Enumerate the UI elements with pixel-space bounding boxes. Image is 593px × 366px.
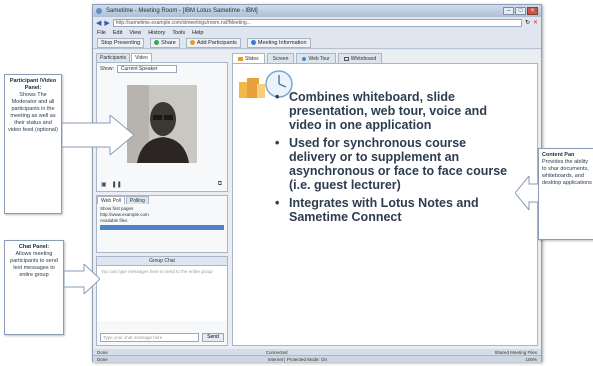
meeting-info-button[interactable]: Meeting Information bbox=[246, 37, 311, 48]
share-label: Share bbox=[161, 39, 176, 46]
chat-transcript: You can type messages here to send to th… bbox=[97, 266, 227, 321]
show-row: Show: Current Speaker bbox=[97, 63, 227, 75]
chat-panel-callout: Chat Panel: Allows meeting participants … bbox=[4, 240, 64, 335]
video-feed bbox=[127, 85, 197, 163]
maximize-button[interactable]: □ bbox=[515, 7, 526, 15]
add-participants-button[interactable]: Add Participants bbox=[185, 37, 241, 48]
window-title: Sametime - Meeting Room - [IBM Lotus Sam… bbox=[106, 8, 258, 14]
participant-callout-title: Participant /Video Panel: bbox=[9, 78, 57, 91]
chat-header: Group Chat bbox=[97, 257, 227, 266]
show-select[interactable]: Current Speaker bbox=[116, 65, 177, 73]
tab-slides[interactable]: Slides bbox=[232, 53, 265, 63]
pause-icon[interactable]: ❚❚ bbox=[112, 181, 122, 188]
tab-web-tour[interactable]: Web Tour bbox=[296, 53, 336, 63]
left-panel: Participants Video Show: Current Speaker bbox=[96, 53, 228, 346]
video-expand-icon[interactable]: ⧉ bbox=[218, 181, 222, 188]
app-status-center: Connected bbox=[265, 349, 288, 355]
selected-row[interactable] bbox=[100, 225, 224, 230]
slides-icon bbox=[238, 56, 243, 61]
app-status-left: Done bbox=[97, 349, 108, 355]
menu-help[interactable]: Help bbox=[192, 30, 203, 36]
forward-icon[interactable]: ▶ bbox=[104, 19, 109, 27]
menu-bar: File Edit View History Tools Help bbox=[93, 28, 541, 37]
browser-window: Sametime - Meeting Room - [IBM Lotus Sam… bbox=[92, 4, 542, 362]
url-input[interactable]: http://sametime.example.com/stmeetings/r… bbox=[112, 18, 522, 27]
camera-icon[interactable]: ▣ bbox=[101, 181, 107, 188]
content-panel-callout: Content Pan Provides the ability to shar… bbox=[538, 148, 593, 240]
content-tabs: Slides Screen Web Tour Whiteboard bbox=[232, 53, 538, 63]
share-icon bbox=[154, 40, 160, 45]
tab-screen[interactable]: Screen bbox=[266, 53, 295, 63]
menu-tools[interactable]: Tools bbox=[172, 30, 185, 36]
content-callout-title: Content Pan bbox=[542, 152, 575, 158]
participants-panel: Web Poll Polling Show first pages http:/… bbox=[96, 195, 228, 253]
video-controls: ▣ ❚❚ bbox=[101, 181, 122, 188]
globe-icon bbox=[96, 8, 102, 14]
slide-bullet: Combines whiteboard, slide presentation,… bbox=[275, 90, 515, 132]
chat-callout-body: Allows meeting participants to send text… bbox=[10, 251, 58, 278]
participant-list: Show first pages http://www.example.com … bbox=[97, 204, 227, 232]
address-bar: ◀ ▶ http://sametime.example.com/stmeetin… bbox=[93, 17, 541, 28]
slide-bullet: Integrates with Lotus Notes and Sametime… bbox=[275, 196, 515, 224]
tab-screen-label: Screen bbox=[272, 55, 289, 62]
people-icon bbox=[189, 40, 195, 45]
tab-polling[interactable]: Polling bbox=[125, 196, 149, 204]
participant-callout-body: Shows The Moderator and all participants… bbox=[8, 92, 58, 133]
title-bar: Sametime - Meeting Room - [IBM Lotus Sam… bbox=[93, 5, 541, 17]
app-status-right[interactable]: Shared Meeting Files bbox=[494, 350, 537, 355]
tab-participants[interactable]: Participants bbox=[96, 53, 131, 62]
browser-status-left: Done bbox=[97, 356, 108, 362]
chat-input-row: Type your chat message here Send bbox=[100, 333, 224, 342]
minimize-button[interactable]: – bbox=[503, 7, 514, 15]
participant-callout-arrow bbox=[62, 115, 134, 155]
zoom-level[interactable]: 100% bbox=[525, 357, 537, 362]
stop-icon[interactable]: ✕ bbox=[533, 19, 538, 26]
browser-zone: Internet | Protected Mode: On bbox=[267, 356, 327, 362]
stop-presenting-button[interactable]: Stop Presenting bbox=[97, 37, 145, 48]
chat-input[interactable]: Type your chat message here bbox=[100, 333, 199, 342]
menu-view[interactable]: View bbox=[129, 30, 141, 36]
participant-panel-callout: Participant /Video Panel: Shows The Mode… bbox=[4, 74, 62, 214]
slide-bullet: Used for synchronous course delivery or … bbox=[275, 136, 515, 192]
slide-bullets: Combines whiteboard, slide presentation,… bbox=[275, 90, 515, 228]
menu-history[interactable]: History bbox=[148, 30, 165, 36]
list-item[interactable]: Available files bbox=[100, 218, 224, 224]
menu-edit[interactable]: Edit bbox=[113, 30, 122, 36]
tab-whiteboard-label: Whiteboard bbox=[350, 55, 377, 62]
meeting-toolbar: Stop Presenting Share Add Participants M… bbox=[93, 37, 541, 49]
back-icon[interactable]: ◀ bbox=[96, 19, 101, 27]
content-panel: Slides Screen Web Tour Whiteboard • Comb… bbox=[232, 53, 538, 346]
whiteboard-icon bbox=[343, 56, 349, 61]
send-button[interactable]: Send bbox=[202, 333, 224, 342]
chat-callout-title: Chat Panel: bbox=[18, 244, 50, 250]
info-icon bbox=[250, 40, 256, 45]
tab-web-poll[interactable]: Web Poll bbox=[97, 196, 125, 204]
show-label: Show: bbox=[100, 66, 114, 72]
tab-slides-label: Slides bbox=[245, 55, 259, 62]
share-button[interactable]: Share bbox=[150, 37, 180, 48]
refresh-icon[interactable]: ↻ bbox=[525, 19, 530, 26]
participant-tabs: Web Poll Polling bbox=[97, 196, 227, 204]
content-callout-body: Provides the ability to shar documents, … bbox=[542, 159, 592, 186]
speaker-video-image bbox=[127, 85, 197, 163]
chat-callout-arrow bbox=[64, 264, 100, 294]
globe-icon bbox=[302, 56, 307, 61]
meeting-info-label: Meeting Information bbox=[257, 39, 307, 46]
tab-web-tour-label: Web Tour bbox=[308, 55, 330, 62]
add-participants-label: Add Participants bbox=[196, 39, 237, 46]
meeting-app: Participants Video Show: Current Speaker bbox=[93, 50, 541, 349]
chat-panel: Group Chat You can type messages here to… bbox=[96, 256, 228, 346]
tab-whiteboard[interactable]: Whiteboard bbox=[337, 53, 383, 63]
menu-file[interactable]: File bbox=[97, 30, 106, 36]
tab-video[interactable]: Video bbox=[131, 53, 152, 62]
stop-presenting-label: Stop Presenting bbox=[101, 39, 141, 46]
browser-status-bar: Done Internet | Protected Mode: On 100% bbox=[93, 355, 541, 362]
left-tabs: Participants Video bbox=[96, 53, 228, 62]
close-button[interactable]: × bbox=[527, 7, 538, 15]
slide-canvas: Combines whiteboard, slide presentation,… bbox=[232, 63, 538, 346]
